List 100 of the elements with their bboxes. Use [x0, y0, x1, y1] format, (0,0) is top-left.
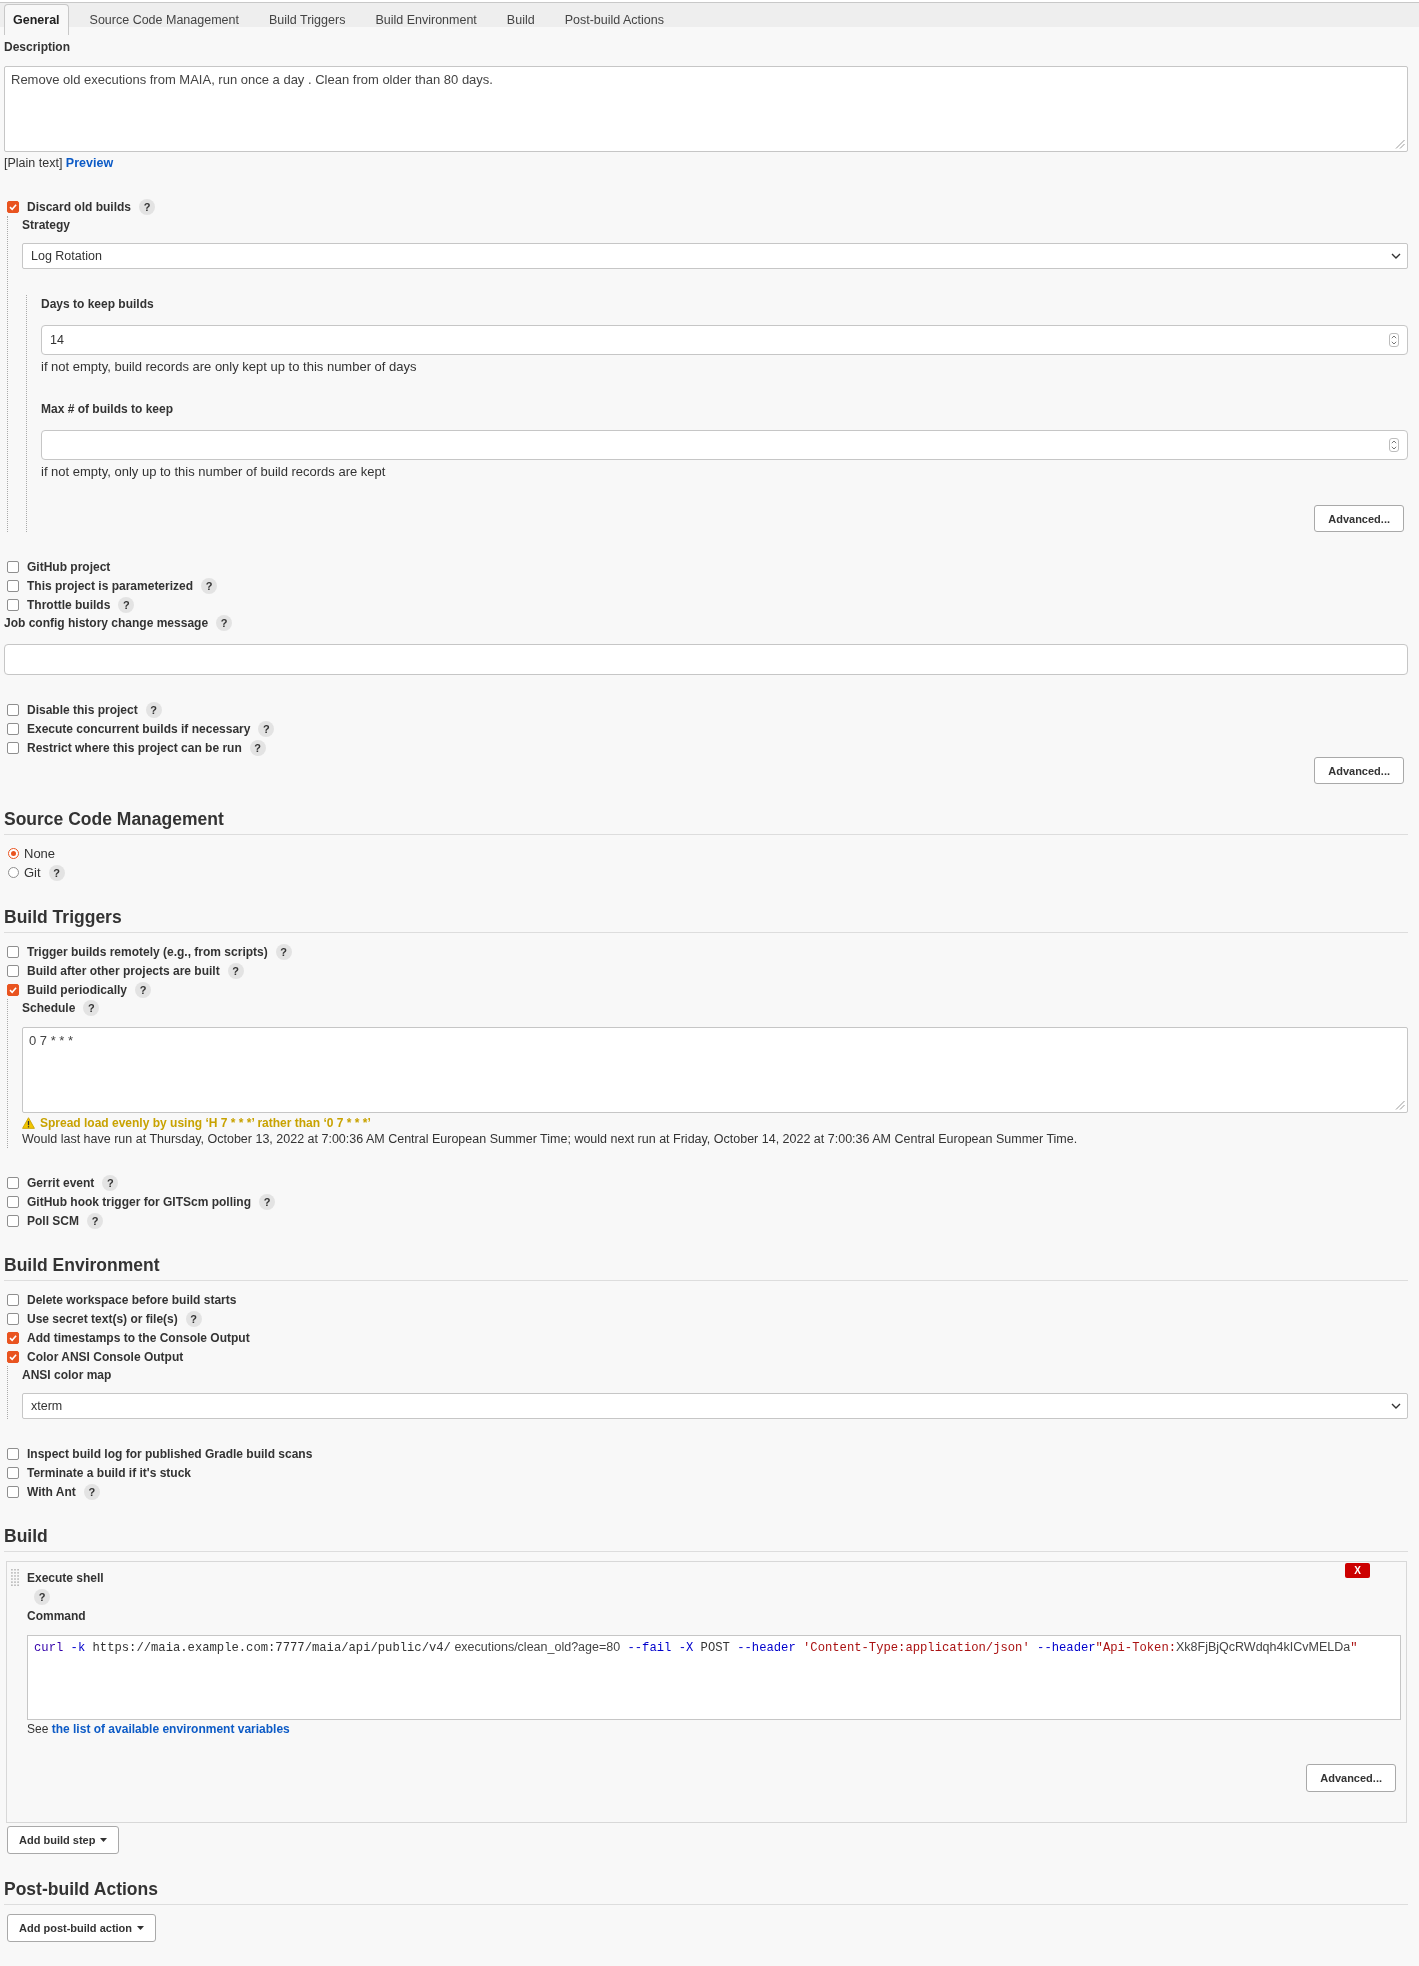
- dropdown-select[interactable]: Log Rotation: [22, 243, 1408, 269]
- checkbox[interactable]: [7, 1195, 19, 1208]
- checkbox[interactable]: [7, 200, 19, 213]
- checkbox-label: Use secret text(s) or file(s): [27, 1311, 178, 1326]
- checkbox[interactable]: [7, 741, 19, 754]
- checkbox[interactable]: [7, 1466, 19, 1479]
- format-note: [Plain text] Preview: [4, 155, 115, 172]
- text-area[interactable]: Remove old executions from MAIA, run once a day . Clean from older than 80 days.: [4, 66, 1408, 152]
- checkbox-label: Throttle builds: [27, 597, 111, 612]
- help-button[interactable]: ?: [102, 1174, 119, 1191]
- checkbox[interactable]: [7, 1447, 19, 1460]
- checkbox-label: Poll SCM: [27, 1213, 79, 1228]
- checkbox-label: Execute concurrent builds if necessary: [27, 721, 251, 736]
- help-button[interactable]: ?: [135, 981, 152, 998]
- config-tab[interactable]: Source Code Management: [80, 4, 248, 35]
- checkbox[interactable]: [7, 1331, 19, 1344]
- add-menu-button[interactable]: Add post-build action: [7, 1914, 157, 1942]
- spinner-icon[interactable]: [1389, 438, 1399, 452]
- checkbox[interactable]: [7, 579, 19, 592]
- config-tab[interactable]: General: [4, 4, 69, 35]
- checkbox-label: Trigger builds remotely (e.g., from scripts): [27, 944, 268, 959]
- help-button[interactable]: ?: [118, 596, 135, 613]
- checkbox[interactable]: [7, 983, 19, 996]
- checkbox-label: Discard old builds: [27, 199, 131, 214]
- field-label: Schedule: [22, 1000, 76, 1015]
- help-button[interactable]: ?: [216, 614, 233, 631]
- dropdown-select[interactable]: xterm: [22, 1393, 1408, 1419]
- resize-grip-icon[interactable]: [1395, 1100, 1405, 1110]
- checkbox[interactable]: [7, 1312, 19, 1325]
- checkbox[interactable]: [7, 1485, 19, 1498]
- help-button[interactable]: ?: [139, 198, 155, 215]
- help-button[interactable]: ?: [275, 943, 292, 960]
- checkbox[interactable]: [7, 598, 19, 611]
- checkbox[interactable]: [7, 722, 19, 735]
- step-title: Execute shell: [27, 1570, 104, 1587]
- env-vars-note: See the list of available environment variables: [27, 1721, 291, 1737]
- text-area[interactable]: 0 7 * * *: [22, 1027, 1408, 1113]
- checkbox[interactable]: [7, 703, 19, 716]
- drag-handle-icon[interactable]: [11, 1569, 19, 1586]
- field-label: Job config history change message: [4, 615, 209, 630]
- advanced-button[interactable]: Advanced...: [1314, 505, 1404, 532]
- config-tab[interactable]: Build Environment: [366, 4, 486, 35]
- section-heading: Build Environment: [4, 1253, 1408, 1281]
- env-vars-link[interactable]: the list of available environment variables: [51, 1722, 290, 1736]
- radio-button[interactable]: [8, 867, 19, 878]
- section-heading: Source Code Management: [4, 807, 1408, 835]
- help-button[interactable]: ?: [249, 739, 266, 756]
- field-label: Days to keep builds: [41, 296, 154, 311]
- checkbox[interactable]: [7, 1293, 19, 1306]
- schedule-note: Would last have run at Thursday, October 13, 2022 at 7:00:36 AM Central European Summer Time; would next run at Friday, October 14, 2022 at 7:00:36 AM Central European Summer Time.: [22, 1131, 1079, 1148]
- checkbox-label: Gerrit event: [27, 1175, 95, 1190]
- help-button[interactable]: ?: [48, 864, 65, 881]
- number-field[interactable]: [41, 430, 1408, 460]
- preview-link[interactable]: Preview: [65, 156, 114, 170]
- help-button[interactable]: ?: [258, 720, 275, 737]
- help-button[interactable]: ?: [185, 1310, 202, 1327]
- checkbox[interactable]: [7, 945, 19, 958]
- checkbox-label: Delete workspace before build starts: [27, 1292, 237, 1307]
- radio-label: None: [24, 846, 56, 861]
- checkbox[interactable]: [7, 1176, 19, 1189]
- field-label: Command: [27, 1608, 86, 1623]
- checkbox-label: Build after other projects are built: [27, 963, 220, 978]
- help-button[interactable]: ?: [83, 1483, 100, 1500]
- config-tab[interactable]: Build: [497, 4, 544, 35]
- help-button[interactable]: ?: [34, 1589, 50, 1605]
- command-code: curl -k https://maia.example.com:7777/maia/api/public/v4/ executions/clean_old?age=80 --fail -X POST --header 'Content-Type:application/json' --header"Api-Token:Xk8FjBjQcRWdqh4kICvMELDa": [34, 1639, 1359, 1657]
- help-button[interactable]: ?: [87, 1212, 103, 1229]
- checkbox-label: Color ANSI Console Output: [27, 1349, 184, 1364]
- checkbox[interactable]: [7, 1214, 19, 1227]
- help-button[interactable]: ?: [259, 1193, 275, 1210]
- number-field[interactable]: 14: [41, 325, 1408, 355]
- checkbox-label: GitHub hook trigger for GITScm polling: [27, 1194, 251, 1209]
- help-button[interactable]: ?: [145, 701, 162, 718]
- checkbox[interactable]: [7, 964, 19, 977]
- config-tab[interactable]: Post-build Actions: [555, 4, 673, 35]
- warning-icon: [22, 1117, 35, 1129]
- command-editor[interactable]: curl -k https://maia.example.com:7777/maia/api/public/v4/ executions/clean_old?age=80 --fail -X POST --header 'Content-Type:application/json' --header"Api-Token:Xk8FjBjQcRWdqh4kICvMELDa": [27, 1635, 1401, 1720]
- checkbox[interactable]: [7, 560, 19, 573]
- input-field[interactable]: [4, 644, 1408, 675]
- help-button[interactable]: ?: [227, 962, 244, 979]
- checkbox-label: This project is parameterized: [27, 578, 194, 593]
- delete-button[interactable]: X: [1345, 1563, 1370, 1578]
- config-tab[interactable]: Build Triggers: [259, 4, 355, 35]
- checkbox[interactable]: [7, 1350, 19, 1363]
- section-heading: Build Triggers: [4, 905, 1408, 933]
- advanced-button[interactable]: Advanced...: [1306, 1764, 1396, 1792]
- checkbox-label: Add timestamps to the Console Output: [27, 1330, 250, 1345]
- caret-icon: [137, 1926, 145, 1930]
- checkbox-label: Restrict where this project can be run: [27, 740, 242, 755]
- chevron-down-icon: [1391, 1403, 1401, 1409]
- spinner-icon[interactable]: [1389, 333, 1399, 347]
- resize-grip-icon[interactable]: [1395, 139, 1405, 149]
- help-button[interactable]: ?: [201, 577, 218, 594]
- add-menu-button[interactable]: Add build step: [7, 1826, 120, 1854]
- help-button[interactable]: ?: [83, 999, 100, 1016]
- field-hint: if not empty, only up to this number of build records are kept: [41, 463, 387, 480]
- advanced-button[interactable]: Advanced...: [1314, 757, 1404, 784]
- checkbox-label: GitHub project: [27, 559, 111, 574]
- radio-button[interactable]: [8, 848, 19, 859]
- field-label: ANSI color map: [22, 1367, 112, 1382]
